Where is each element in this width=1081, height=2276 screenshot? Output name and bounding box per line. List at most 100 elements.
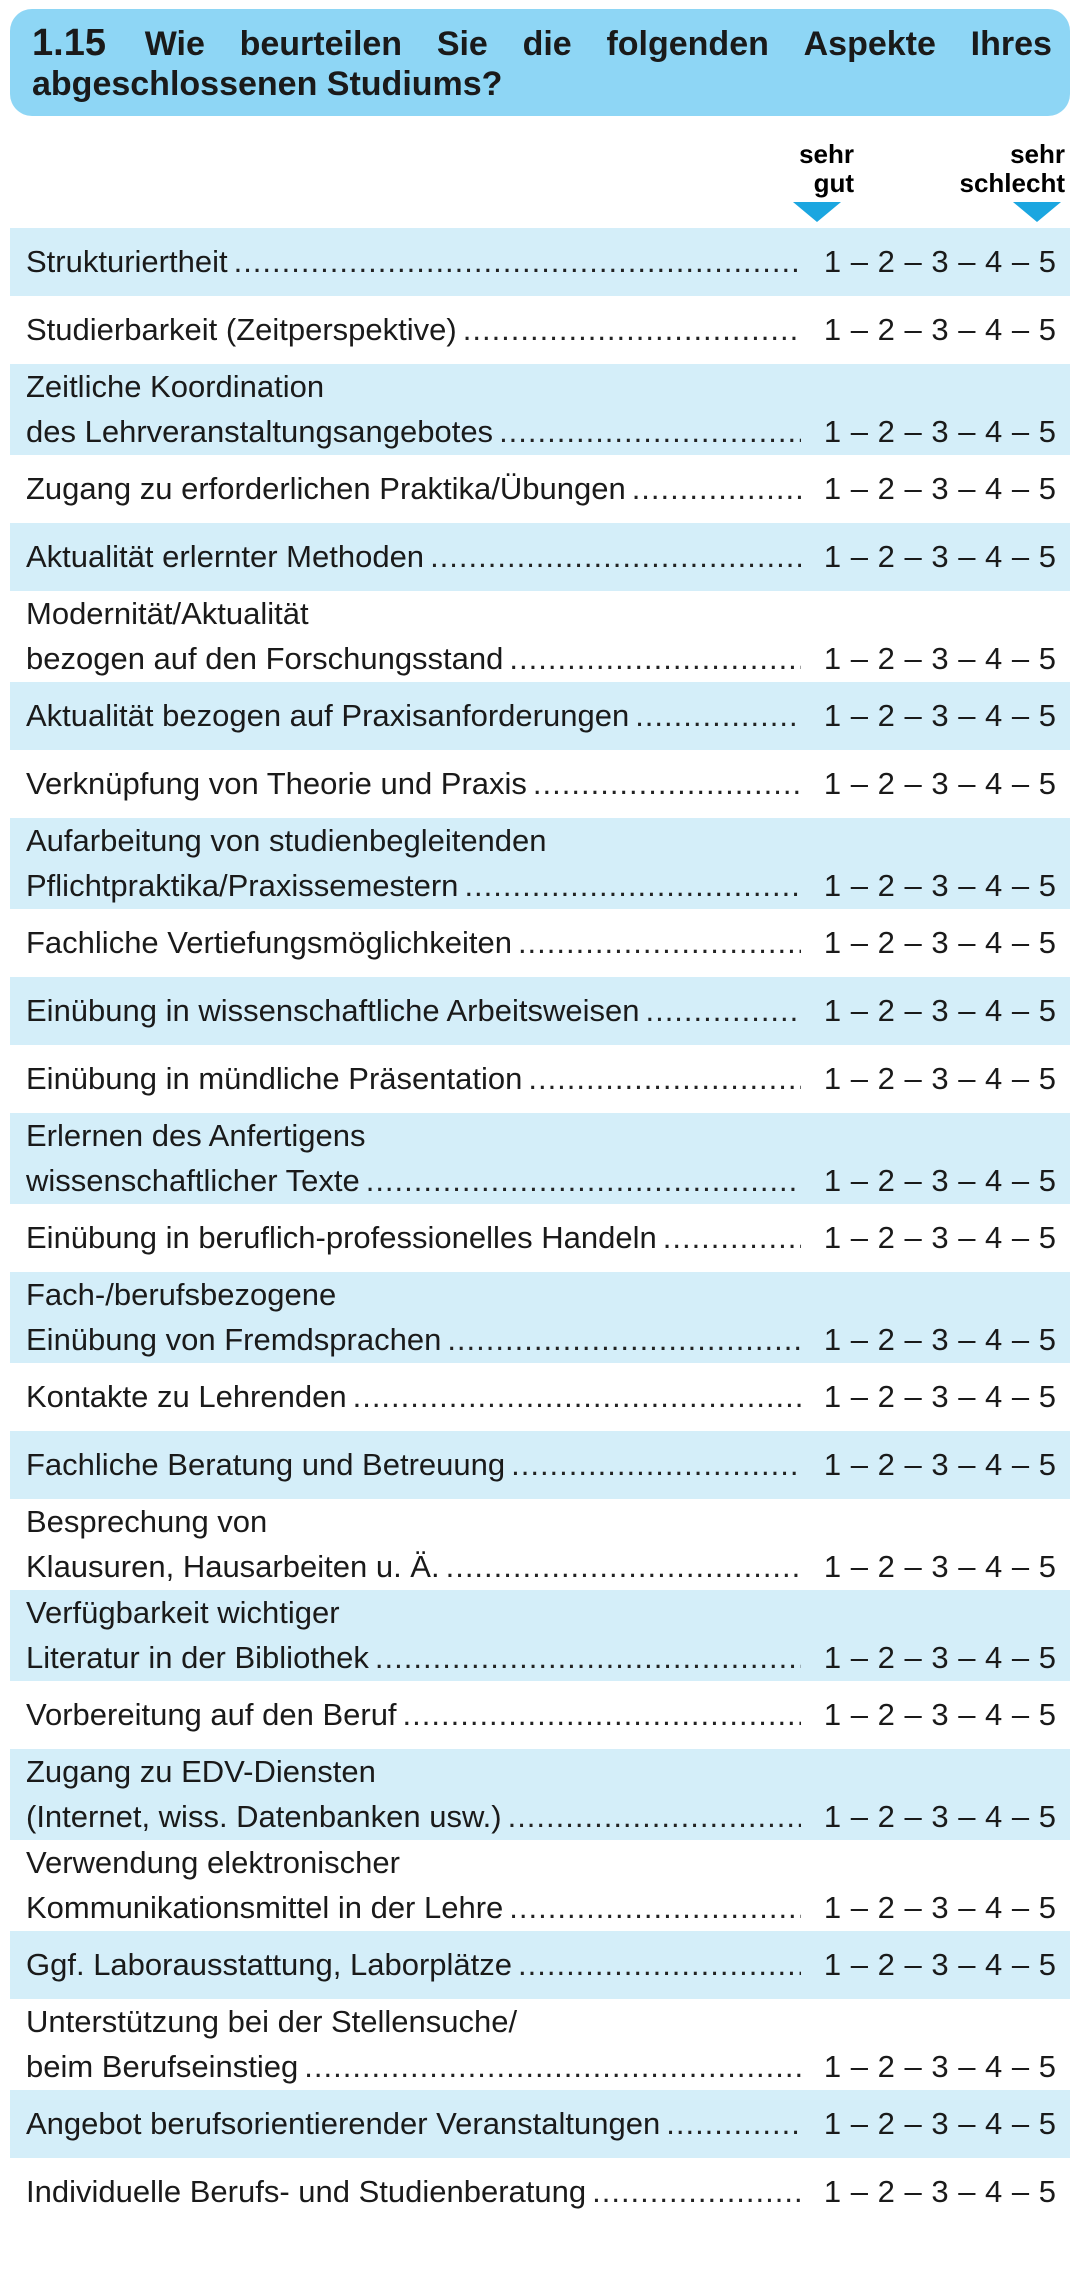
rating-row-line: Einübung in mündliche Präsentation 1 – 2 … xyxy=(26,1056,1070,1101)
rating-scale[interactable]: 1 – 2 – 3 – 4 – 5 xyxy=(801,1317,1070,1362)
rating-scale[interactable]: 1 – 2 – 3 – 4 – 5 xyxy=(801,761,1070,806)
dot-leader xyxy=(447,1317,801,1362)
rating-row: Modernität/Aktualität bezogen auf den For… xyxy=(10,591,1070,682)
rating-row-line: Vorbereitung auf den Beruf 1 – 2 – 3 – 4 … xyxy=(26,1692,1070,1737)
rating-row: Fach-/berufsbezogene Einübung von Fremdsp… xyxy=(10,1272,1070,1363)
dot-leader xyxy=(446,1544,801,1589)
rating-row: Fachliche Beratung und Betreuung 1 – 2 – … xyxy=(10,1431,1070,1499)
aspect-label: Zugang zu erforderlichen Praktika/Übunge… xyxy=(26,471,626,506)
rating-scale[interactable]: 1 – 2 – 3 – 4 – 5 xyxy=(801,1544,1070,1589)
aspect-label: Angebot berufsorientierender Veranstaltu… xyxy=(26,2106,661,2141)
rating-scale[interactable]: 1 – 2 – 3 – 4 – 5 xyxy=(801,1692,1070,1737)
rating-scale[interactable]: 1 – 2 – 3 – 4 – 5 xyxy=(801,1635,1070,1680)
rating-scale[interactable]: 1 – 2 – 3 – 4 – 5 xyxy=(801,920,1070,965)
rating-row-line: Studierbarkeit (Zeitperspektive) 1 – 2 – … xyxy=(26,307,1070,352)
rating-row-line: wissenschaftlicher Texte 1 – 2 – 3 – 4 – … xyxy=(26,1158,1070,1203)
rating-row-line: Kontakte zu Lehrenden 1 – 2 – 3 – 4 – 5 xyxy=(26,1374,1070,1419)
aspect-label: bezogen auf den Forschungsstand xyxy=(26,641,504,676)
rating-row: Zeitliche Koordination des Lehrveranstalt… xyxy=(10,364,1070,455)
rating-row-line: Kommunikationsmittel in der Lehre 1 – 2 –… xyxy=(26,1885,1070,1930)
rating-scale[interactable]: 1 – 2 – 3 – 4 – 5 xyxy=(801,307,1070,352)
aspect-label: Fach-/berufsbezogene xyxy=(26,1277,337,1312)
rating-row-line: Angebot berufsorientierender Veranstaltu… xyxy=(26,2101,1070,2146)
rating-scale[interactable]: 1 – 2 – 3 – 4 – 5 xyxy=(801,1942,1070,1987)
rating-scale[interactable]: 1 – 2 – 3 – 4 – 5 xyxy=(801,636,1070,681)
dot-leader xyxy=(511,1442,801,1487)
down-arrow-icon xyxy=(1013,202,1061,222)
dot-leader xyxy=(635,693,801,738)
aspect-label: Besprechung von xyxy=(26,1504,268,1539)
rating-row: Einübung in mündliche Präsentation 1 – 2 … xyxy=(10,1045,1070,1113)
rating-scale[interactable]: 1 – 2 – 3 – 4 – 5 xyxy=(801,1374,1070,1419)
rating-scale[interactable]: 1 – 2 – 3 – 4 – 5 xyxy=(801,1215,1070,1260)
rating-row: Zugang zu erforderlichen Praktika/Übunge… xyxy=(10,455,1070,523)
aspect-label: Kommunikationsmittel in der Lehre xyxy=(26,1890,504,1925)
aspect-label: Vorbereitung auf den Beruf xyxy=(26,1697,397,1732)
rating-row-line: bezogen auf den Forschungsstand 1 – 2 – 3… xyxy=(26,636,1070,681)
aspect-label: Unterstützung bei der Stellensuche/ xyxy=(26,2004,518,2039)
rating-scale[interactable]: 1 – 2 – 3 – 4 – 5 xyxy=(801,1885,1070,1930)
rating-row-line: Verwendung elektronischer xyxy=(26,1840,1070,1885)
aspect-label: Einübung in beruflich-professionelles Ha… xyxy=(26,1220,657,1255)
rating-scale[interactable]: 1 – 2 – 3 – 4 – 5 xyxy=(801,1158,1070,1203)
rating-scale[interactable]: 1 – 2 – 3 – 4 – 5 xyxy=(801,1442,1070,1487)
rating-row: Aufarbeitung von studienbegleitenden Pfli… xyxy=(10,818,1070,909)
question-word: Wie xyxy=(144,25,205,63)
aspect-label: Aktualität erlernter Methoden xyxy=(26,539,425,574)
rating-scale[interactable]: 1 – 2 – 3 – 4 – 5 xyxy=(801,863,1070,908)
dot-leader xyxy=(430,534,801,579)
dot-leader xyxy=(366,1158,801,1203)
aspect-label: Fachliche Vertiefungsmöglichkeiten xyxy=(26,925,512,960)
question-word: Ihres xyxy=(970,25,1052,63)
rating-row: Verfügbarkeit wichtiger Literatur in der … xyxy=(10,1590,1070,1681)
aspect-label: Pflichtpraktika/Praxissemestern xyxy=(26,868,459,903)
rating-scale[interactable]: 1 – 2 – 3 – 4 – 5 xyxy=(801,534,1070,579)
aspect-label: beim Berufseinstieg xyxy=(26,2049,299,2084)
rating-scale[interactable]: 1 – 2 – 3 – 4 – 5 xyxy=(801,2101,1070,2146)
rating-row: Studierbarkeit (Zeitperspektive) 1 – 2 – … xyxy=(10,296,1070,364)
aspect-label: Aufarbeitung von studienbegleitenden xyxy=(26,823,547,858)
aspect-label: Einübung in wissenschaftliche Arbeitswei… xyxy=(26,993,640,1028)
dot-leader xyxy=(508,1794,801,1839)
scale-label-best: sehr gut xyxy=(799,139,854,198)
rating-row-line: Ggf. Laborausstattung, Laborplätze 1 – 2 … xyxy=(26,1942,1070,1987)
question-number: 1.15 xyxy=(32,22,106,64)
aspect-label: Modernität/Aktualität xyxy=(26,596,309,631)
dot-leader xyxy=(592,2169,801,2214)
rating-row: Aktualität erlernter Methoden 1 – 2 – 3 –… xyxy=(10,523,1070,591)
rating-row-line: Verknüpfung von Theorie und Praxis 1 – 2 … xyxy=(26,761,1070,806)
aspect-label: Zeitliche Koordination xyxy=(26,369,325,404)
rating-row-line: Aufarbeitung von studienbegleitenden xyxy=(26,818,1070,863)
rating-scale[interactable]: 1 – 2 – 3 – 4 – 5 xyxy=(801,466,1070,511)
rating-scale[interactable]: 1 – 2 – 3 – 4 – 5 xyxy=(801,2169,1070,2214)
aspect-label: Verfügbarkeit wichtiger xyxy=(26,1595,340,1630)
rating-row-line: Zeitliche Koordination xyxy=(26,364,1070,409)
rating-scale[interactable]: 1 – 2 – 3 – 4 – 5 xyxy=(801,988,1070,1033)
rating-row-line: Individuelle Berufs- und Studienberatung… xyxy=(26,2169,1070,2214)
rating-row-line: Verfügbarkeit wichtiger xyxy=(26,1590,1070,1635)
rating-row-line: Einübung in wissenschaftliche Arbeitswei… xyxy=(26,988,1070,1033)
dot-leader xyxy=(403,1692,801,1737)
down-arrow-icon xyxy=(793,202,841,222)
rating-row: Einübung in wissenschaftliche Arbeitswei… xyxy=(10,977,1070,1045)
question-title-line-1: 1.15 Wie beurteilen Sie die folgenden As… xyxy=(32,23,1052,64)
rating-row: Vorbereitung auf den Beruf 1 – 2 – 3 – 4 … xyxy=(10,1681,1070,1749)
rating-scale[interactable]: 1 – 2 – 3 – 4 – 5 xyxy=(801,239,1070,284)
rating-scale[interactable]: 1 – 2 – 3 – 4 – 5 xyxy=(801,693,1070,738)
aspect-label: Aktualität bezogen auf Praxisanforderung… xyxy=(26,698,630,733)
rating-row-line: des Lehrveranstaltungsangebotes 1 – 2 – 3… xyxy=(26,409,1070,454)
scale-label-worst: sehr schlecht xyxy=(959,139,1066,198)
question-word: Sie xyxy=(436,25,488,63)
question-word: Aspekte xyxy=(803,25,936,63)
rating-scale[interactable]: 1 – 2 – 3 – 4 – 5 xyxy=(801,1794,1070,1839)
aspect-label: Verknüpfung von Theorie und Praxis xyxy=(26,766,527,801)
dot-leader xyxy=(666,2101,801,2146)
rating-scale[interactable]: 1 – 2 – 3 – 4 – 5 xyxy=(801,409,1070,454)
dot-leader xyxy=(528,1056,801,1101)
rating-scale[interactable]: 1 – 2 – 3 – 4 – 5 xyxy=(801,2044,1070,2089)
rating-row-line: Zugang zu erforderlichen Praktika/Übunge… xyxy=(26,466,1070,511)
rating-scale[interactable]: 1 – 2 – 3 – 4 – 5 xyxy=(801,1056,1070,1101)
aspect-label: Individuelle Berufs- und Studienberatung xyxy=(26,2174,587,2209)
rating-row: Ggf. Laborausstattung, Laborplätze 1 – 2 … xyxy=(10,1931,1070,1999)
question-title-line-2: abgeschlossenen Studiums? xyxy=(32,65,503,103)
